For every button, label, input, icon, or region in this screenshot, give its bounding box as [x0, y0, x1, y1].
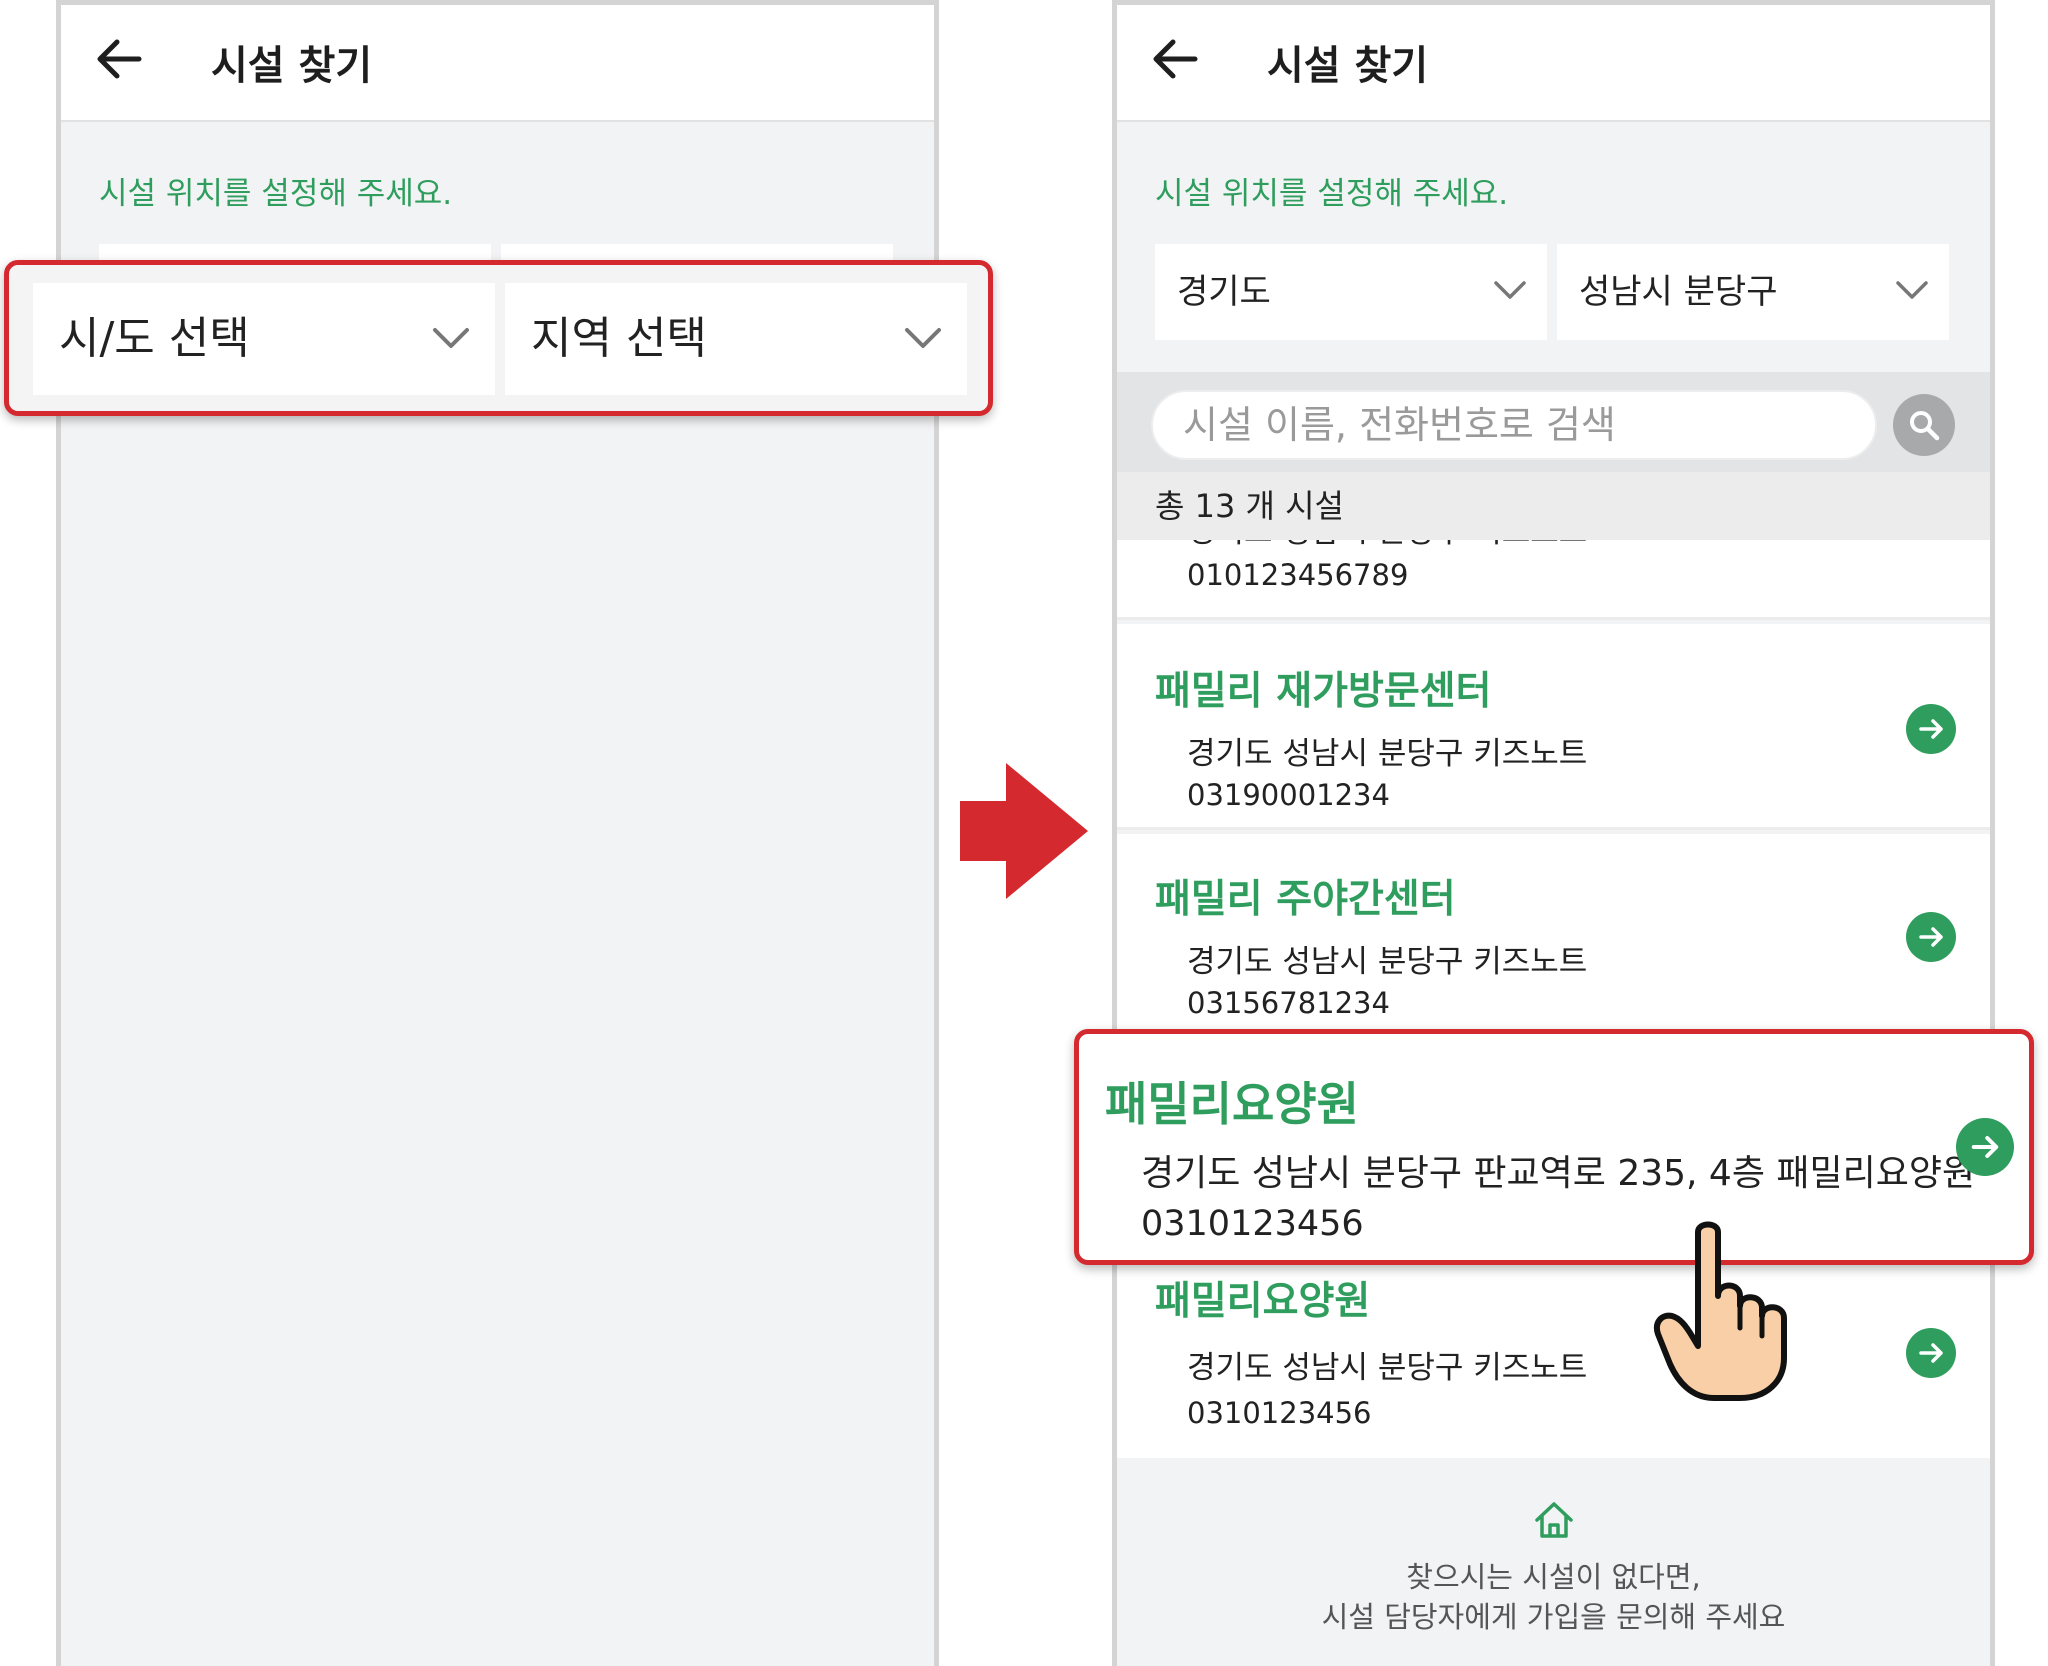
footer-notice: 찾으시는 시설이 없다면, 시설 담당자에게 가입을 문의해 주세요	[1117, 1458, 1990, 1666]
list-item[interactable]: 패밀리 재가방문센터 경기도 성남시 분당구 키즈노트 03190001234	[1117, 624, 1990, 830]
app-bar: 시설 찾기	[61, 0, 934, 122]
back-arrow-icon	[97, 39, 142, 79]
location-hint: 시설 위치를 설정해 주세요.	[1155, 176, 1509, 212]
facility-address: 경기도 성남시 분당구 키즈노트	[1187, 944, 1588, 980]
facility-name: 패밀리요양원	[1155, 1279, 1371, 1324]
region-select[interactable]: 지역 선택	[505, 283, 967, 395]
search-icon	[1910, 411, 1940, 441]
open-facility-button[interactable]	[1906, 1328, 1956, 1378]
facility-address: 경기도 성남시 분당구 키즈노트	[1187, 540, 1587, 551]
arrow-right-circle-icon	[1919, 1343, 1943, 1363]
list-item[interactable]: 경기도 성남시 분당구 키즈노트 010123456789	[1117, 540, 1990, 620]
region-select-value: 성남시 분당구	[1579, 272, 1778, 312]
facility-name: 패밀리 재가방문센터	[1155, 669, 1492, 714]
footer-text-line1: 찾으시는 시설이 없다면,	[1406, 1560, 1701, 1594]
arrow-right-circle-icon	[1919, 719, 1943, 739]
footer-text-line2: 시설 담당자에게 가입을 문의해 주세요	[1321, 1600, 1786, 1634]
search-button[interactable]	[1893, 394, 1955, 456]
open-facility-button[interactable]	[1906, 704, 1956, 754]
open-facility-button[interactable]	[1956, 1118, 2014, 1176]
highlighted-facility-item[interactable]: 패밀리요양원 경기도 성남시 분당구 판교역로 235, 4층 패밀리요양원 0…	[1074, 1029, 2034, 1265]
facility-phone: 0310123456	[1187, 1396, 1372, 1430]
pointing-hand-icon	[1654, 1221, 1787, 1401]
province-select[interactable]: 시/도 선택	[33, 283, 495, 395]
chevron-down-icon	[1896, 281, 1928, 299]
location-hint: 시설 위치를 설정해 주세요.	[99, 176, 453, 212]
right-phone-screen: 시설 찾기 시설 위치를 설정해 주세요. 경기도 성남시 분당구 시설 이름,…	[1112, 0, 1995, 1666]
facility-name: 패밀리요양원	[1105, 1077, 1359, 1131]
highlight-frame-selects: 시/도 선택 지역 선택	[4, 260, 993, 416]
facility-address: 경기도 성남시 분당구 키즈노트	[1187, 1350, 1588, 1386]
chevron-down-icon	[905, 328, 941, 348]
list-item[interactable]: 패밀리요양원 경기도 성남시 분당구 키즈노트 0310123456	[1117, 1248, 1990, 1458]
facility-name: 패밀리 주야간센터	[1155, 877, 1456, 922]
select-row: 경기도 성남시 분당구	[1155, 244, 1951, 340]
facility-list: 경기도 성남시 분당구 키즈노트 010123456789 패밀리 재가방문센터…	[1117, 540, 1990, 1458]
page-title: 시설 찾기	[1267, 43, 1429, 89]
search-bar-area	[1117, 372, 1990, 472]
open-facility-button[interactable]	[1906, 912, 1956, 962]
region-select-label: 지역 선택	[531, 313, 707, 364]
facility-phone: 03156781234	[1187, 986, 1390, 1020]
comparison-stage: 시설 찾기 시설 위치를 설정해 주세요. 시/도 선택 지역 선택 시설 찾기…	[0, 0, 2048, 1666]
arrow-right-circle-icon	[1919, 927, 1943, 947]
result-count: 총 13 개 시설	[1155, 487, 1344, 525]
arrow-right-circle-icon	[1971, 1136, 1999, 1158]
right-arrow-icon	[960, 763, 1088, 899]
result-count-bar: 총 13 개 시설	[1117, 472, 1990, 540]
facility-phone: 03190001234	[1187, 778, 1390, 812]
chevron-down-icon	[1494, 281, 1526, 299]
back-button[interactable]	[1145, 29, 1225, 101]
page-title: 시설 찾기	[211, 43, 373, 89]
facility-address: 경기도 성남시 분당구 키즈노트	[1187, 736, 1588, 772]
province-select-value: 경기도	[1177, 272, 1271, 312]
facility-phone: 010123456789	[1187, 558, 1409, 592]
facility-address: 경기도 성남시 분당구 판교역로 235, 4층 패밀리요양원	[1141, 1153, 1976, 1194]
chevron-down-icon	[433, 328, 469, 348]
app-bar: 시설 찾기	[1117, 0, 1990, 122]
facility-phone: 0310123456	[1141, 1204, 1364, 1244]
region-select[interactable]: 성남시 분당구	[1557, 244, 1949, 340]
left-phone-screen: 시설 찾기 시설 위치를 설정해 주세요.	[56, 0, 939, 1666]
back-button[interactable]	[89, 29, 169, 101]
search-input[interactable]	[1151, 390, 1877, 460]
list-item[interactable]: 패밀리 주야간센터 경기도 성남시 분당구 키즈노트 03156781234	[1117, 834, 1990, 1034]
home-icon	[1535, 1502, 1573, 1538]
province-select-label: 시/도 선택	[59, 313, 250, 364]
province-select[interactable]: 경기도	[1155, 244, 1547, 340]
back-arrow-icon	[1153, 39, 1198, 79]
